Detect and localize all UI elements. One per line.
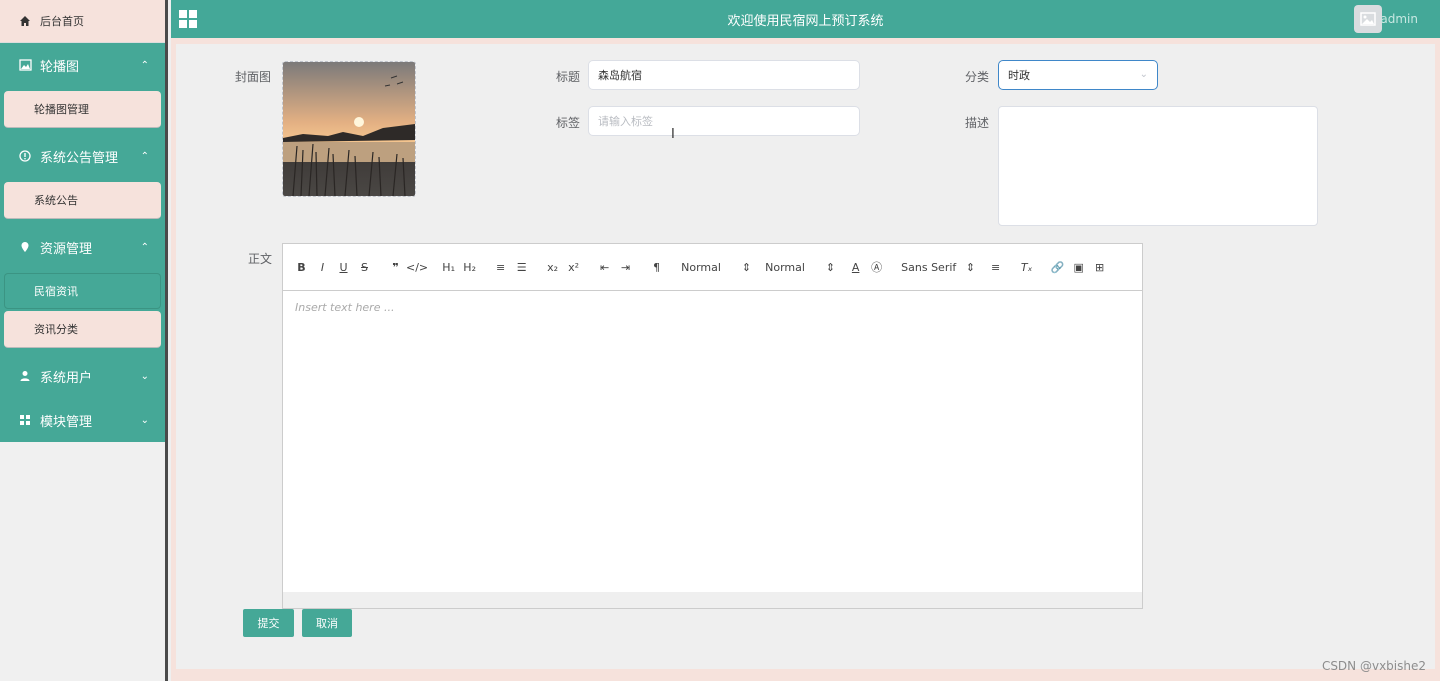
sidebar-item-news-category[interactable]: 资讯分类 — [4, 311, 161, 348]
chevron-down-icon: ⌄ — [1139, 69, 1148, 80]
description-textarea[interactable] — [998, 106, 1318, 226]
h1-button[interactable]: H₁ — [438, 257, 459, 277]
header-select[interactable]: Normal ⇕ — [681, 261, 751, 274]
text-direction-button[interactable]: ¶ — [646, 257, 667, 277]
indent-button[interactable]: ⇥ — [615, 257, 636, 277]
italic-button[interactable]: I — [312, 257, 333, 277]
strike-button[interactable]: S — [354, 257, 375, 277]
submit-button[interactable]: 提交 — [243, 609, 294, 637]
chevron-up-icon: ⌃ — [140, 59, 149, 71]
user-icon — [18, 369, 32, 383]
sidebar-group-body: 民宿资讯 资讯分类 — [0, 269, 165, 354]
editor-placeholder: Insert text here ... — [295, 301, 395, 314]
size-select-value: Normal — [765, 260, 805, 274]
updown-icon: ⇕ — [965, 260, 976, 274]
edit-form: 封面图 标题 森岛航宿 分类 时政 ⌄ 标签 请输入标签 I 描述 正文 B I… — [176, 44, 1435, 669]
category-select[interactable]: 时政 ⌄ — [998, 60, 1158, 90]
underline-button[interactable]: U — [333, 257, 354, 277]
bullet-list-button[interactable]: ☰ — [511, 257, 532, 277]
image-insert-icon[interactable]: ▣ — [1068, 257, 1089, 277]
description-label: 描述 — [965, 116, 990, 130]
updown-icon: ⇕ — [741, 260, 752, 274]
sidebar-item-label: 后台首页 — [40, 15, 84, 28]
title-input[interactable] — [588, 60, 860, 90]
sidebar-group-notice[interactable]: 系统公告管理 ⌃ — [0, 134, 165, 178]
background-color-icon[interactable]: Ⓐ — [866, 257, 887, 277]
sidebar-item-label: 民宿资讯 — [34, 285, 78, 298]
location-pin-icon — [18, 240, 32, 254]
page-title: 欢迎使用民宿网上预订系统 — [727, 13, 884, 29]
editor-content[interactable]: Insert text here ... — [283, 291, 1142, 591]
body-label: 正文 — [248, 252, 273, 266]
sidebar-group-users[interactable]: 系统用户 ⌄ — [0, 354, 165, 398]
sidebar-item-homestay-news[interactable]: 民宿资讯 — [4, 273, 161, 309]
sidebar-group-label: 资源管理 — [40, 241, 93, 257]
sidebar-group-carousel[interactable]: 轮播图 ⌃ — [0, 43, 165, 87]
chevron-down-icon: ⌄ — [140, 414, 149, 426]
category-label: 分类 — [965, 70, 990, 84]
sidebar-group-label: 模块管理 — [40, 414, 93, 430]
ordered-list-button[interactable]: ≡ — [490, 257, 511, 277]
image-icon — [18, 58, 32, 72]
title-label: 标题 — [556, 70, 581, 84]
editor-toolbar: B I U S ❞ </> H₁ H₂ ≡ ☰ x₂ x² ⇤ ⇥ ¶ Norm… — [283, 244, 1142, 291]
sidebar-item-notice[interactable]: 系统公告 — [4, 182, 161, 219]
sidebar: 后台首页 轮播图 ⌃ 轮播图管理 系统公告管理 ⌃ 系统公告 资源管理 ⌃ 民宿… — [0, 0, 168, 681]
header-select-value: Normal — [681, 260, 721, 274]
updown-icon: ⇕ — [825, 260, 836, 274]
image-icon — [1360, 12, 1376, 26]
username[interactable]: admin — [1380, 12, 1418, 26]
cover-label: 封面图 — [235, 70, 272, 84]
grid-icon — [18, 413, 32, 427]
text-cursor-icon: I — [671, 127, 675, 142]
cancel-button[interactable]: 取消 — [302, 609, 352, 637]
sidebar-group-label: 轮播图 — [40, 59, 80, 75]
clean-format-button[interactable]: Tₓ — [1016, 257, 1037, 277]
sidebar-group-body: 轮播图管理 — [0, 87, 165, 134]
tags-label: 标签 — [556, 116, 581, 130]
sidebar-group-resource[interactable]: 资源管理 ⌃ — [0, 225, 165, 269]
blockquote-button[interactable]: ❞ — [385, 257, 406, 277]
main-content: 封面图 标题 森岛航宿 分类 时政 ⌄ 标签 请输入标签 I 描述 正文 B I… — [171, 38, 1440, 681]
rich-text-editor: B I U S ❞ </> H₁ H₂ ≡ ☰ x₂ x² ⇤ ⇥ ¶ Norm… — [282, 243, 1143, 609]
outdent-button[interactable]: ⇤ — [594, 257, 615, 277]
info-icon — [18, 149, 32, 163]
home-icon — [18, 14, 32, 28]
watermark: CSDN @vxbishe2 — [1321, 659, 1426, 673]
font-select[interactable]: Sans Serif ⇕ — [901, 261, 975, 274]
bold-button[interactable]: B — [291, 257, 312, 277]
editor-footer — [283, 592, 1142, 608]
tags-input[interactable] — [588, 106, 860, 136]
link-icon[interactable]: 🔗 — [1047, 257, 1068, 277]
code-block-button[interactable]: </> — [406, 257, 428, 277]
font-select-value: Sans Serif — [901, 260, 957, 274]
superscript-button[interactable]: x² — [563, 257, 584, 277]
align-button[interactable]: ≡ — [985, 257, 1006, 277]
cover-image-upload[interactable] — [282, 61, 416, 197]
sidebar-item-carousel-manage[interactable]: 轮播图管理 — [4, 91, 161, 128]
sidebar-item-label: 资讯分类 — [34, 323, 78, 336]
sidebar-item-label: 轮播图管理 — [34, 103, 89, 116]
sidebar-group-label: 系统用户 — [40, 370, 93, 386]
size-select[interactable]: Normal ⇕ — [765, 261, 835, 274]
video-insert-icon[interactable]: ⊞ — [1089, 257, 1110, 277]
font-color-button[interactable]: A — [845, 257, 866, 277]
avatar[interactable] — [1354, 5, 1382, 33]
sidebar-group-modules[interactable]: 模块管理 ⌄ — [0, 398, 165, 442]
category-value: 时政 — [1008, 69, 1030, 82]
cover-image — [283, 62, 415, 196]
chevron-up-icon: ⌃ — [140, 150, 149, 162]
chevron-up-icon: ⌃ — [140, 241, 149, 253]
sidebar-item-home[interactable]: 后台首页 — [0, 0, 165, 43]
chevron-down-icon: ⌄ — [140, 370, 149, 382]
top-bar: 欢迎使用民宿网上预订系统 admin — [171, 0, 1440, 38]
sidebar-group-label: 系统公告管理 — [40, 150, 119, 166]
sidebar-item-label: 系统公告 — [34, 194, 78, 207]
h2-button[interactable]: H₂ — [459, 257, 480, 277]
subscript-button[interactable]: x₂ — [542, 257, 563, 277]
sidebar-group-body: 系统公告 — [0, 178, 165, 225]
